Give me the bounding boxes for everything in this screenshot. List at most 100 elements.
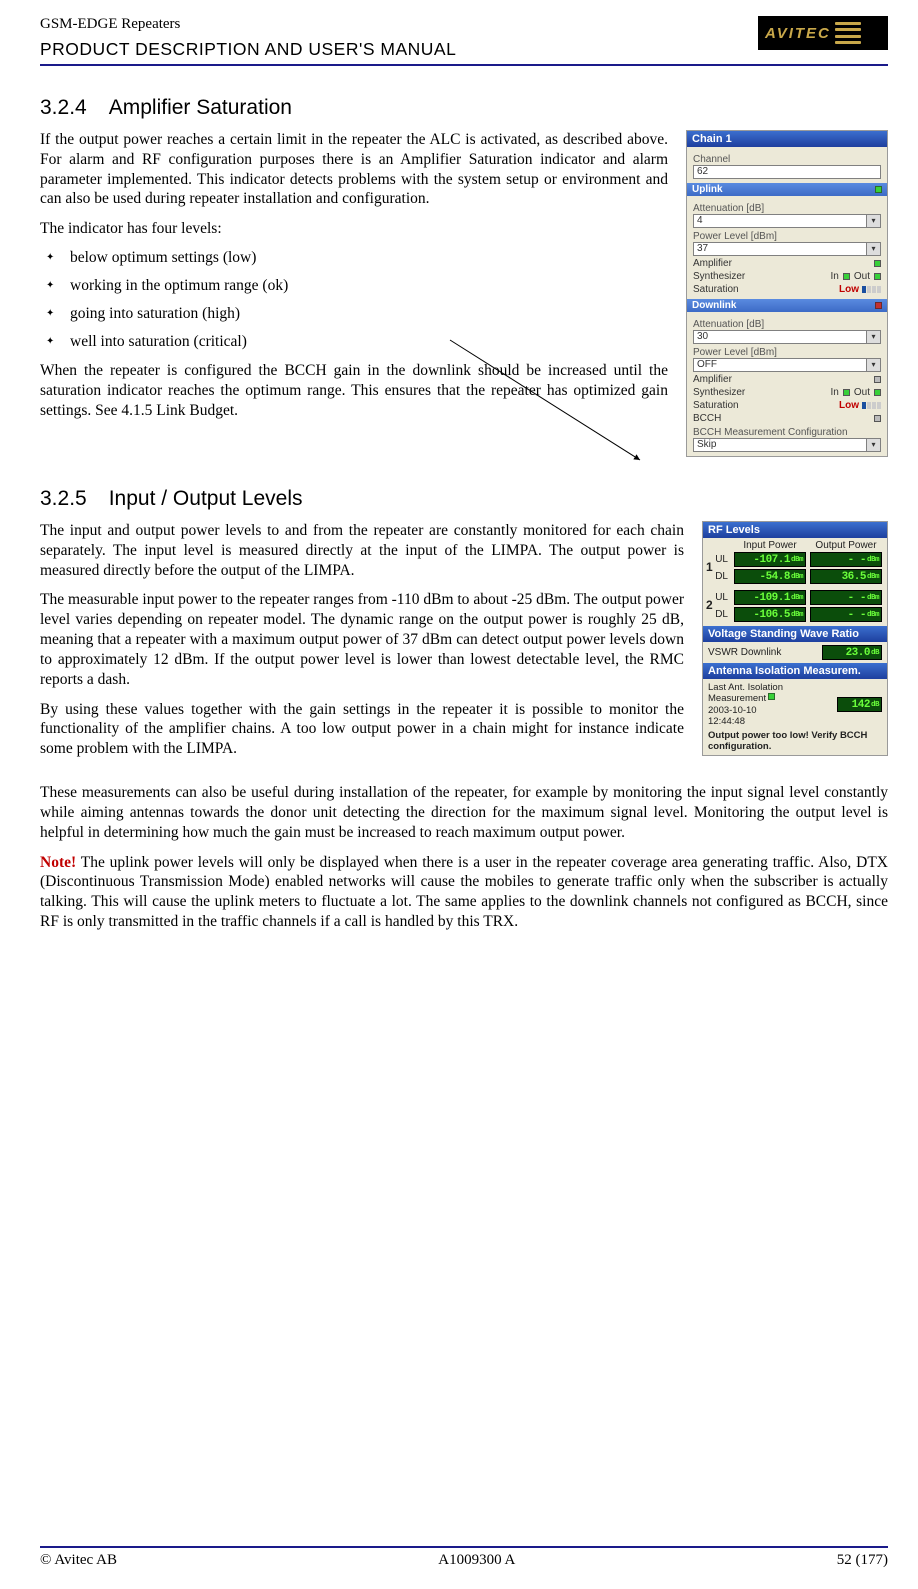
s1-paragraph-2: The indicator has four levels: bbox=[40, 219, 668, 239]
list-item: below optimum settings (low) bbox=[40, 249, 668, 267]
chain-panel-title: Chain 1 bbox=[687, 131, 887, 147]
chain-1-panel: Chain 1 Channel 62 Uplink Attenuation [d… bbox=[686, 130, 888, 457]
channel-label: Channel bbox=[693, 154, 881, 165]
downlink-label: Downlink bbox=[692, 300, 736, 311]
dl-powerlevel-label: Power Level [dBm] bbox=[693, 347, 881, 358]
amplifier-label: Amplifier bbox=[693, 374, 732, 385]
rf-levels-title: RF Levels bbox=[703, 522, 887, 538]
section2-text-column: The input and output power levels to and… bbox=[40, 521, 684, 769]
in-label: In bbox=[831, 387, 839, 398]
logo-stripes-icon bbox=[835, 22, 861, 44]
vswr-title: Voltage Standing Wave Ratio bbox=[703, 626, 887, 642]
bcch-cfg-label: BCCH Measurement Configuration bbox=[693, 427, 881, 438]
saturation-label: Saturation bbox=[693, 284, 739, 295]
downlink-header: Downlink bbox=[687, 299, 887, 312]
antenna-isolation-title: Antenna Isolation Measurem. bbox=[703, 663, 887, 679]
in-label: In bbox=[831, 271, 839, 282]
status-led-icon bbox=[843, 273, 850, 280]
downlink-status-icon bbox=[875, 302, 882, 309]
footer-page-number: 52 (177) bbox=[837, 1552, 888, 1569]
header-title-line: PRODUCT DESCRIPTION AND USER'S MANUAL bbox=[40, 39, 456, 60]
chevron-down-icon[interactable]: ▾ bbox=[867, 330, 881, 344]
s2-paragraph-note: Note! The uplink power levels will only … bbox=[40, 853, 888, 932]
lcd-readout: 36.5dBm bbox=[810, 569, 882, 584]
status-led-icon bbox=[874, 389, 881, 396]
lcd-readout: 142dB bbox=[837, 697, 882, 712]
section-amplifier-saturation: 3.2.4Amplifier Saturation If the output … bbox=[40, 96, 888, 457]
chevron-down-icon[interactable]: ▾ bbox=[867, 358, 881, 372]
section-title-3-2-5: 3.2.5 Input / Output Levels bbox=[40, 487, 888, 511]
s1-paragraph-1: If the output power reaches a certain li… bbox=[40, 130, 668, 209]
note-label: Note! bbox=[40, 854, 76, 871]
ul-attenuation-label: Attenuation [dB] bbox=[693, 203, 881, 214]
col-output-power: Output Power bbox=[810, 540, 882, 551]
s2-paragraph-4: These measurements can also be useful du… bbox=[40, 783, 888, 842]
ul-powerlevel-field[interactable]: 37 bbox=[693, 242, 867, 256]
section-title-3-2-4: 3.2.4Amplifier Saturation bbox=[40, 96, 888, 120]
lcd-readout: 23.0dB bbox=[822, 645, 882, 660]
dl-powerlevel-field[interactable]: OFF bbox=[693, 358, 867, 372]
page-header: GSM-EDGE Repeaters PRODUCT DESCRIPTION A… bbox=[40, 16, 888, 60]
s1-level-list: below optimum settings (low) working in … bbox=[40, 249, 668, 351]
header-left: GSM-EDGE Repeaters PRODUCT DESCRIPTION A… bbox=[40, 16, 456, 60]
status-led-icon bbox=[874, 273, 881, 280]
dl-attenuation-label: Attenuation [dB] bbox=[693, 319, 881, 330]
ul-label: UL bbox=[715, 554, 728, 565]
channel-field[interactable]: 62 bbox=[693, 165, 881, 179]
bcch-cfg-field[interactable]: Skip bbox=[693, 438, 867, 452]
chevron-down-icon[interactable]: ▾ bbox=[867, 438, 881, 452]
footer-docid: A1009300 A bbox=[438, 1552, 515, 1569]
header-divider bbox=[40, 64, 888, 66]
status-led-icon bbox=[874, 376, 881, 383]
ul-powerlevel-label: Power Level [dBm] bbox=[693, 231, 881, 242]
section-input-output-levels: 3.2.5 Input / Output Levels The input and… bbox=[40, 487, 888, 932]
s2-paragraph-2: The measurable input power to the repeat… bbox=[40, 590, 684, 689]
page-footer: © Avitec AB A1009300 A 52 (177) bbox=[40, 1552, 888, 1569]
lcd-readout: -106.5dBm bbox=[734, 607, 806, 622]
s2-paragraph-3: By using these values together with the … bbox=[40, 700, 684, 759]
ul-attenuation-field[interactable]: 4 bbox=[693, 214, 867, 228]
lcd-readout: -54.8dBm bbox=[734, 569, 806, 584]
lcd-readout: -107.1dBm bbox=[734, 552, 806, 567]
s1-paragraph-3: When the repeater is configured the BCCH… bbox=[40, 361, 668, 420]
status-led-icon bbox=[768, 693, 775, 700]
section-heading-text: Amplifier Saturation bbox=[109, 96, 292, 119]
list-item: well into saturation (critical) bbox=[40, 333, 668, 351]
status-led-icon bbox=[843, 389, 850, 396]
rf-levels-panel: RF Levels Input Power Output Power UL1 -… bbox=[702, 521, 888, 756]
lcd-readout: - -dBm bbox=[810, 552, 882, 567]
saturation-low-text: Low bbox=[839, 284, 859, 295]
vswr-label: VSWR Downlink bbox=[708, 647, 781, 658]
lcd-readout: - -dBm bbox=[810, 590, 882, 605]
col-input-power: Input Power bbox=[734, 540, 806, 551]
header-product-line: GSM-EDGE Repeaters bbox=[40, 16, 456, 33]
uplink-label: Uplink bbox=[692, 184, 723, 195]
chain-2-indicator: 2 bbox=[706, 598, 713, 612]
saturation-bar-icon bbox=[862, 286, 881, 293]
synthesizer-label: Synthesizer bbox=[693, 387, 745, 398]
ant-warning-text: Output power too low! Verify BCCH config… bbox=[708, 730, 882, 753]
section-heading-text: Input / Output Levels bbox=[109, 487, 303, 510]
footer-divider bbox=[40, 1546, 888, 1548]
dl-attenuation-field[interactable]: 30 bbox=[693, 330, 867, 344]
section1-text-column: If the output power reaches a certain li… bbox=[40, 130, 668, 457]
list-item: going into saturation (high) bbox=[40, 305, 668, 323]
lcd-readout: - -dBm bbox=[810, 607, 882, 622]
chevron-down-icon[interactable]: ▾ bbox=[867, 242, 881, 256]
chevron-down-icon[interactable]: ▾ bbox=[867, 214, 881, 228]
status-led-icon bbox=[874, 415, 881, 422]
ant-isolation-text: Last Ant. Isolation Measurement 2003-10-… bbox=[708, 682, 831, 728]
lcd-readout: -109.1dBm bbox=[734, 590, 806, 605]
logo-text: AVITEC bbox=[765, 25, 831, 42]
out-label: Out bbox=[854, 387, 870, 398]
uplink-header: Uplink bbox=[687, 183, 887, 196]
status-led-icon bbox=[874, 260, 881, 267]
ul-label: UL bbox=[715, 592, 728, 603]
section-number: 3.2.5 bbox=[40, 487, 87, 511]
s2-paragraph-1: The input and output power levels to and… bbox=[40, 521, 684, 580]
out-label: Out bbox=[854, 271, 870, 282]
list-item: working in the optimum range (ok) bbox=[40, 277, 668, 295]
uplink-status-icon bbox=[875, 186, 882, 193]
synthesizer-label: Synthesizer bbox=[693, 271, 745, 282]
saturation-low-text: Low bbox=[839, 400, 859, 411]
